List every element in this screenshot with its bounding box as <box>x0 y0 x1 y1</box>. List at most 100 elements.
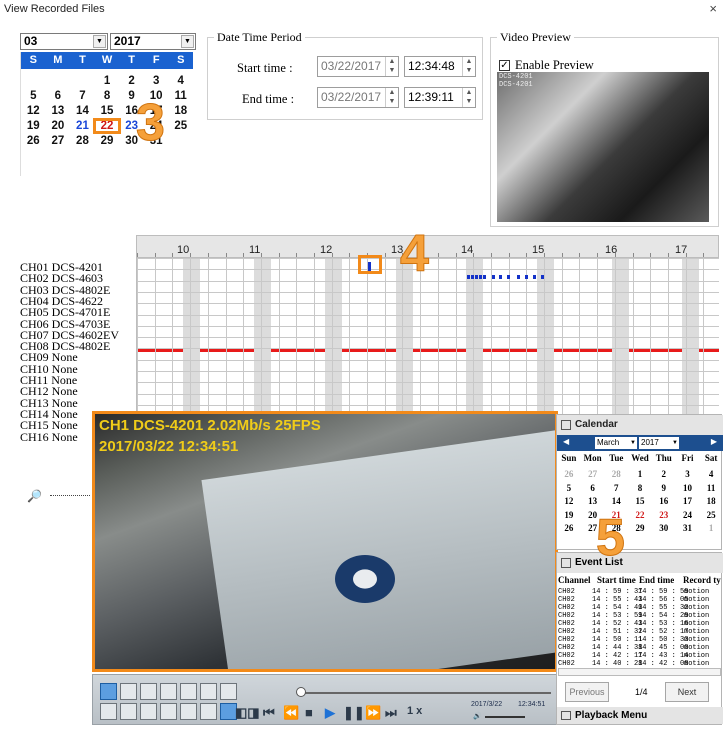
calendar-day[interactable]: 26 <box>557 469 581 479</box>
column-header-record-type[interactable]: Record ty <box>683 575 723 585</box>
play-icon[interactable]: ▶ <box>325 705 335 721</box>
calendar-day[interactable]: 1 <box>699 523 723 533</box>
calendar-day[interactable]: 12 <box>21 105 46 117</box>
calendar-day[interactable]: 14 <box>604 496 628 506</box>
layout-f-button[interactable] <box>200 703 217 720</box>
calendar-day[interactable]: 31 <box>676 523 700 533</box>
calendar-day[interactable]: 7 <box>604 483 628 493</box>
calendar-day[interactable]: 18 <box>168 105 193 117</box>
recording-segment[interactable] <box>541 275 544 279</box>
close-icon[interactable]: × <box>709 1 717 16</box>
enable-preview-checkbox[interactable]: ✓ Enable Preview <box>499 58 594 73</box>
calendar-day[interactable]: 11 <box>699 483 723 493</box>
layout-16-button[interactable] <box>220 683 237 700</box>
end-date-field[interactable]: 03/22/2017 ▲ ▼ <box>317 87 399 108</box>
recording-segment[interactable] <box>471 275 474 279</box>
start-date-field[interactable]: 03/22/2017 ▲ ▼ <box>317 56 399 77</box>
rewind-icon[interactable]: ⏪ <box>283 705 299 721</box>
calendar-day[interactable]: 5 <box>21 90 46 102</box>
calendar-day[interactable]: 13 <box>581 496 605 506</box>
calendar-day[interactable]: 3 <box>676 469 700 479</box>
calendar-day[interactable]: 8 <box>628 483 652 493</box>
calendar-day[interactable]: 21 <box>70 120 95 132</box>
table-row[interactable]: CH02 14 : 40 : 28 14 : 42 : 08 motion <box>558 660 722 668</box>
checkbox-icon[interactable]: ✓ <box>499 60 510 71</box>
recording-segment[interactable] <box>533 275 536 279</box>
layout-4-button[interactable] <box>120 683 137 700</box>
layout-6-button[interactable] <box>140 683 157 700</box>
layout-a-button[interactable] <box>100 703 117 720</box>
table-row[interactable]: CH02 14 : 55 : 43 14 : 56 : 05 motion <box>558 596 722 604</box>
calendar-day[interactable]: 4 <box>168 75 193 87</box>
calendar-day[interactable]: 5 <box>557 483 581 493</box>
calendar-day[interactable]: 18 <box>699 496 723 506</box>
layout-8-button[interactable] <box>160 683 177 700</box>
previous-button[interactable]: Previous <box>565 682 609 702</box>
volume-icon[interactable]: 🔊 <box>473 712 482 720</box>
video-player[interactable]: CH1 DCS-4201 2.02Mb/s 25FPS 2017/03/22 1… <box>92 411 558 672</box>
table-row[interactable]: CH02 14 : 50 : 11 14 : 50 : 33 motion <box>558 636 722 644</box>
table-row[interactable]: CH02 14 : 59 : 37 14 : 59 : 59 motion <box>558 588 722 596</box>
next-button[interactable]: Next <box>665 682 709 702</box>
recording-segment[interactable] <box>479 275 482 279</box>
recording-segment[interactable] <box>475 275 478 279</box>
calendar-day[interactable]: 6 <box>581 483 605 493</box>
table-row[interactable]: CH02 14 : 42 : 17 14 : 43 : 14 motion <box>558 652 722 660</box>
calendar-day[interactable]: 19 <box>557 510 581 520</box>
calendar-day[interactable]: 6 <box>46 90 71 102</box>
calendar-day[interactable]: 1 <box>628 469 652 479</box>
calendar-day[interactable]: 27 <box>46 135 71 147</box>
zoom-slider[interactable] <box>50 495 90 496</box>
year-select[interactable]: 2017 ▼ <box>110 33 196 50</box>
table-row[interactable]: CH02 14 : 44 : 38 14 : 45 : 00 motion <box>558 644 722 652</box>
frame-step-icon[interactable]: ◧◨ <box>235 705 260 721</box>
month-select[interactable]: 03 ▼ <box>20 33 108 50</box>
layout-c-button[interactable] <box>140 703 157 720</box>
calendar-day[interactable]: 28 <box>604 469 628 479</box>
recording-segment[interactable] <box>492 275 495 279</box>
layout-1-button[interactable] <box>100 683 117 700</box>
calendar-day[interactable]: 26 <box>21 135 46 147</box>
calendar-day[interactable]: 3 <box>144 75 169 87</box>
calendar-day[interactable]: 9 <box>652 483 676 493</box>
calendar-month-select[interactable]: March ▼ <box>595 437 637 449</box>
calendar-day[interactable]: 15 <box>628 496 652 506</box>
forward-icon[interactable]: ⏩ <box>365 705 381 721</box>
spin-icon[interactable]: ▲ ▼ <box>385 88 398 107</box>
calendar-day[interactable]: 22 <box>628 510 652 520</box>
spin-icon[interactable]: ▲ ▼ <box>462 57 475 76</box>
calendar-day[interactable]: 29 <box>95 135 120 147</box>
calendar-day[interactable]: 11 <box>168 90 193 102</box>
table-row[interactable]: CH02 14 : 51 : 32 14 : 52 : 17 motion <box>558 628 722 636</box>
calendar-day[interactable]: 28 <box>70 135 95 147</box>
horizontal-scrollbar[interactable] <box>558 668 721 676</box>
calendar-day[interactable]: 13 <box>46 105 71 117</box>
layout-b-button[interactable] <box>120 703 137 720</box>
calendar-day[interactable]: 27 <box>581 469 605 479</box>
calendar-day[interactable]: 24 <box>676 510 700 520</box>
calendar-day[interactable]: 23 <box>652 510 676 520</box>
spin-icon[interactable]: ▲ ▼ <box>385 57 398 76</box>
calendar-day[interactable]: 25 <box>699 510 723 520</box>
calendar-day[interactable]: 14 <box>70 105 95 117</box>
prev-month-icon[interactable]: ◀ <box>563 437 569 446</box>
stop-icon[interactable]: ■ <box>305 705 313 720</box>
calendar-day[interactable]: 25 <box>168 120 193 132</box>
calendar-day[interactable]: 22 <box>92 118 122 134</box>
calendar-day[interactable]: 2 <box>652 469 676 479</box>
progress-knob[interactable] <box>296 687 306 697</box>
recording-segment[interactable] <box>525 275 528 279</box>
end-time-field[interactable]: 12:39:11 ▲ ▼ <box>404 87 476 108</box>
calendar-day[interactable]: 7 <box>70 90 95 102</box>
recording-segment[interactable] <box>483 275 486 279</box>
layout-e-button[interactable] <box>180 703 197 720</box>
calendar-day[interactable]: 16 <box>652 496 676 506</box>
calendar-day[interactable]: 2 <box>119 75 144 87</box>
calendar-day[interactable]: 1 <box>95 75 120 87</box>
table-row[interactable]: CH02 14 : 53 : 59 14 : 54 : 29 motion <box>558 612 722 620</box>
channel-label[interactable]: CH16 None <box>20 430 78 445</box>
layout-13-button[interactable] <box>200 683 217 700</box>
calendar-day[interactable]: 30 <box>652 523 676 533</box>
calendar-day[interactable]: 10 <box>676 483 700 493</box>
mini-calendar[interactable]: SMTWTFS 1 2 3 4 5 6 7 8 9 10 11 12 13 14 15 16 17 18 19 20 2… <box>20 52 193 176</box>
